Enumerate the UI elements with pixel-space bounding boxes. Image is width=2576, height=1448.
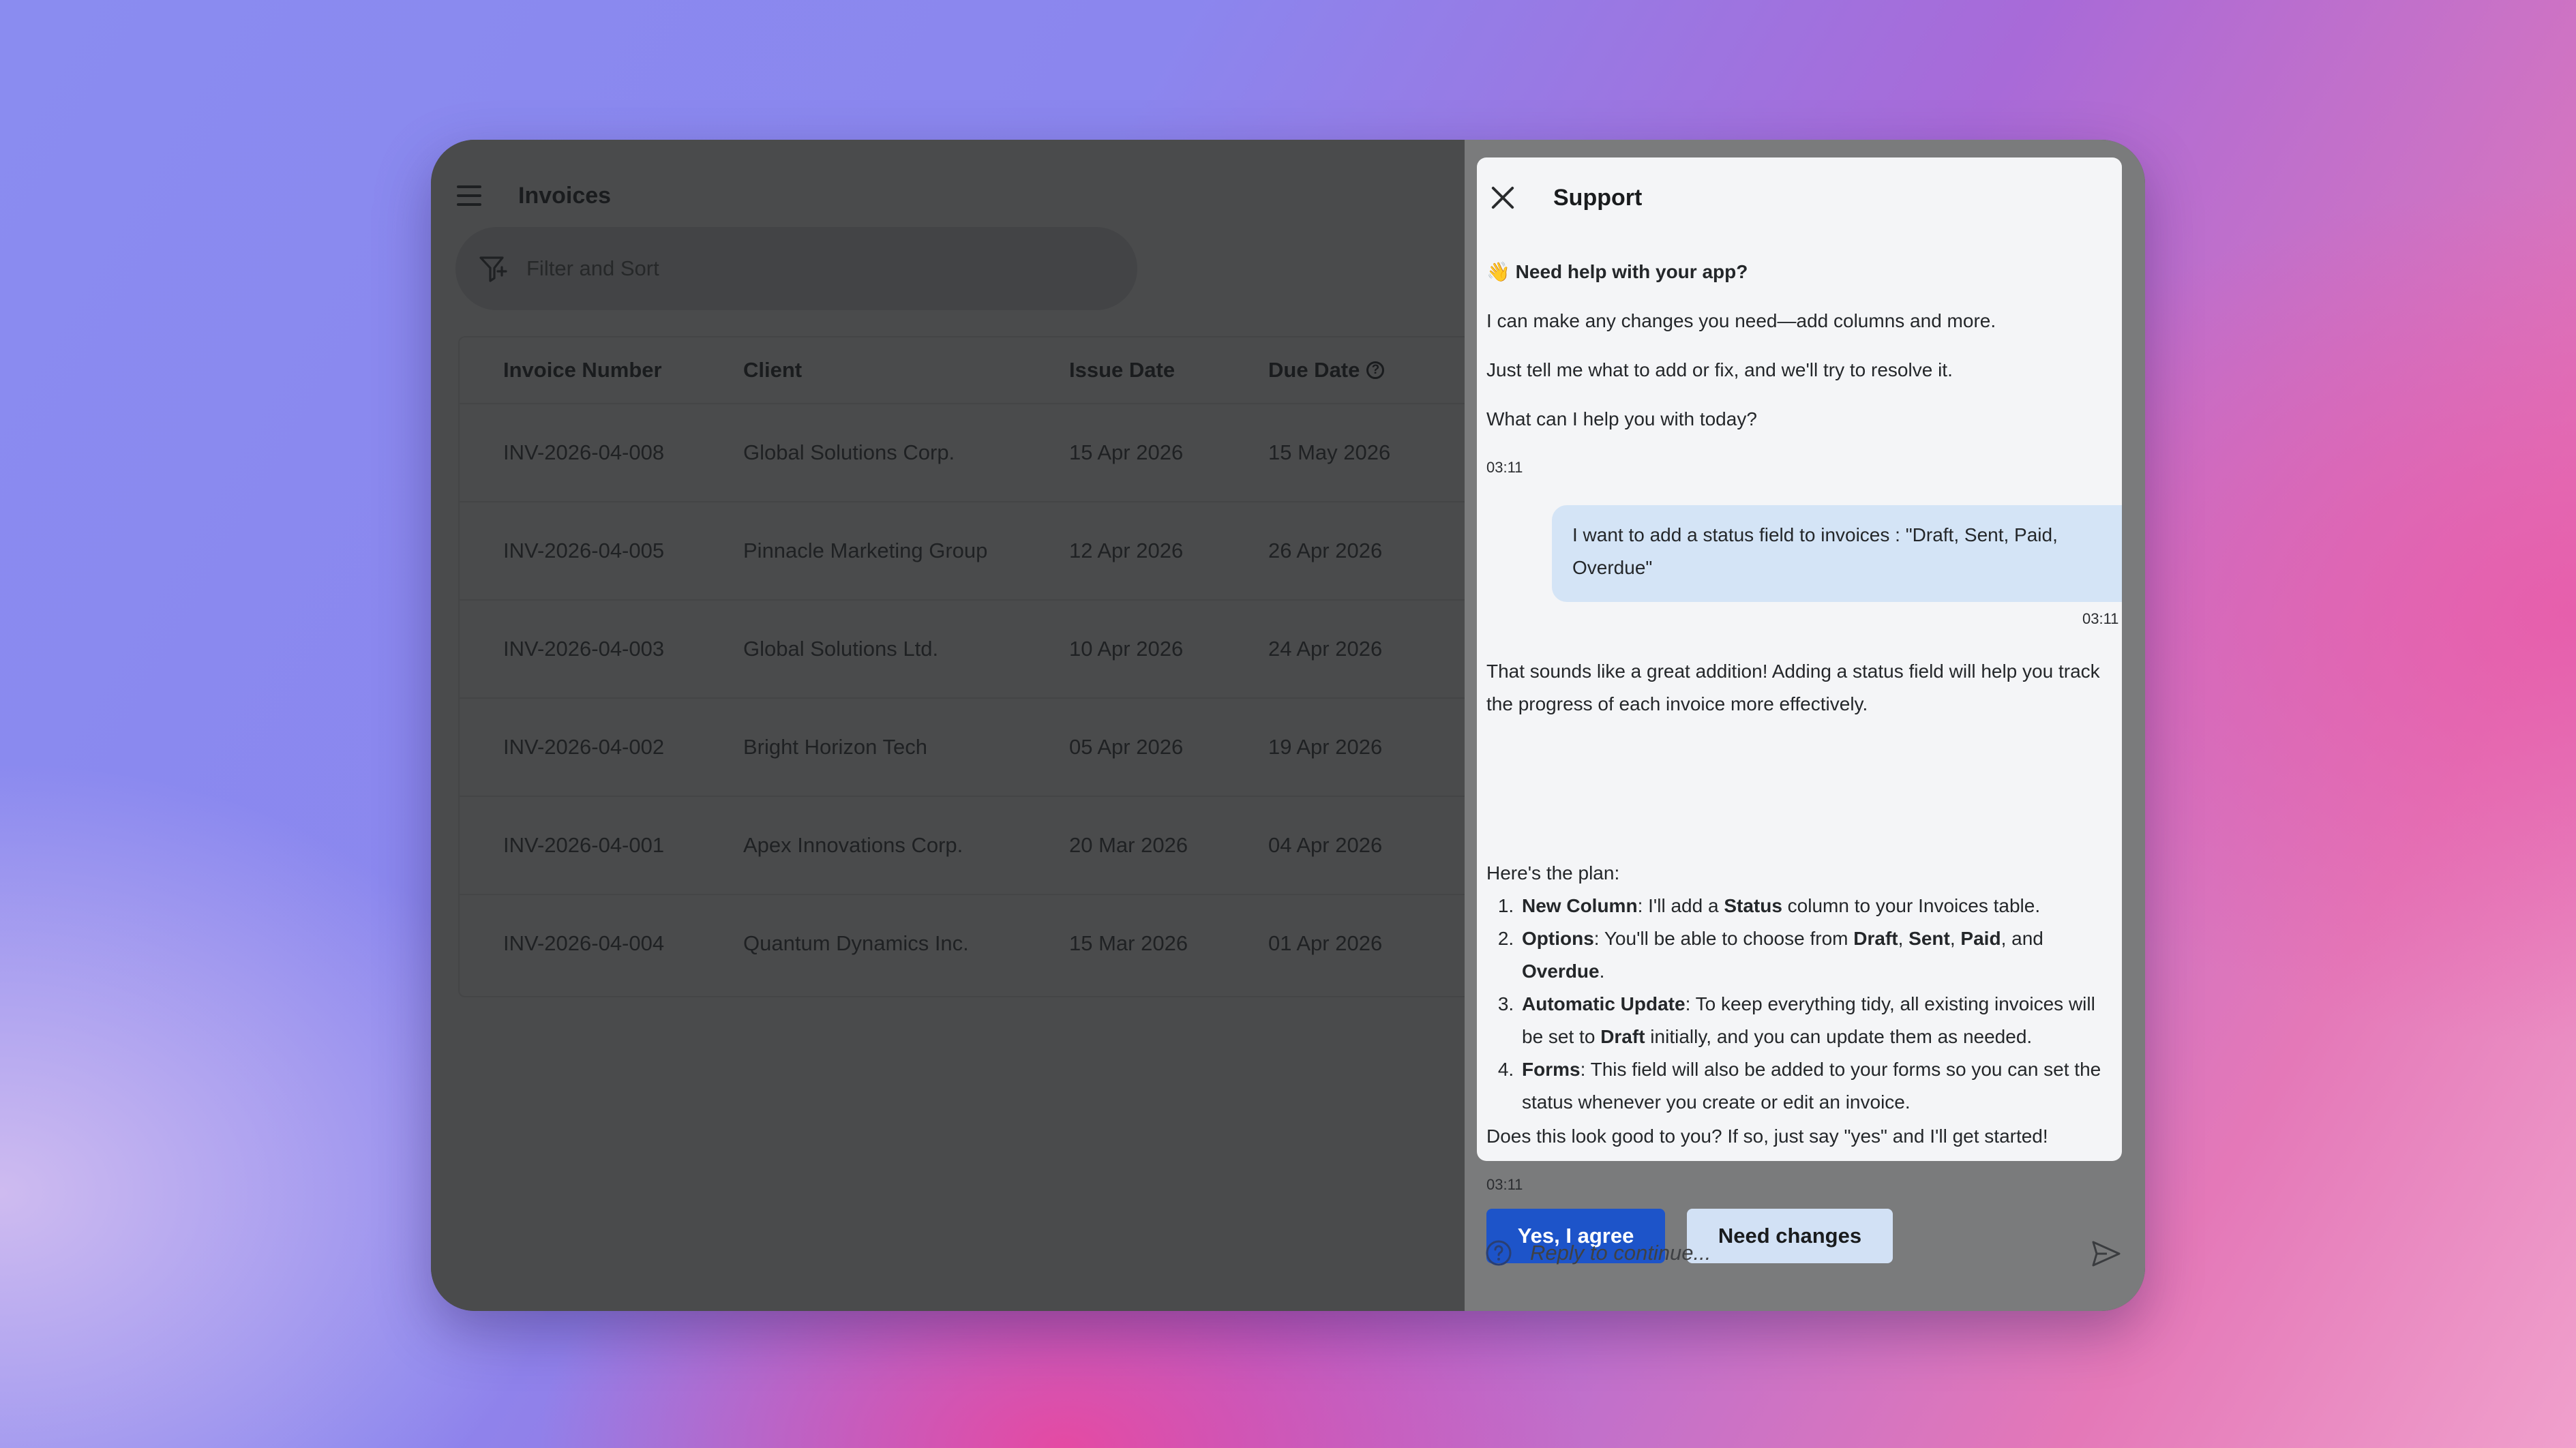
- filter-sort-bar[interactable]: Filter and Sort: [455, 227, 1137, 310]
- column-header-client[interactable]: Client: [743, 358, 802, 382]
- menu-icon[interactable]: [457, 185, 481, 206]
- table-row[interactable]: INV-2026-04-008 Global Solutions Corp. 1…: [460, 404, 1482, 502]
- close-icon[interactable]: [1491, 185, 1515, 210]
- intro-line-3: What can I help you with today?: [1486, 408, 1757, 429]
- column-header-issue-date[interactable]: Issue Date: [1069, 358, 1175, 382]
- table-header: Invoice Number Client Issue Date Due Dat…: [460, 337, 1482, 404]
- message-timestamp: 03:11: [1486, 1176, 1523, 1193]
- plan-item: Automatic Update: To keep everything tid…: [1519, 988, 2119, 1053]
- support-title: Support: [1553, 184, 1643, 211]
- cell-invoice-number: INV-2026-04-008: [503, 440, 665, 464]
- cell-due-date: 01 Apr 2026: [1268, 931, 1383, 955]
- table-row[interactable]: INV-2026-04-003 Global Solutions Ltd. 10…: [460, 601, 1482, 699]
- table-row[interactable]: INV-2026-04-004 Quantum Dynamics Inc. 15…: [460, 895, 1482, 992]
- table-row[interactable]: INV-2026-04-005 Pinnacle Marketing Group…: [460, 502, 1482, 601]
- assistant-reply: That sounds like a great addition! Addin…: [1486, 661, 2100, 714]
- table-row[interactable]: INV-2026-04-001 Apex Innovations Corp. 2…: [460, 797, 1482, 895]
- cell-client: Quantum Dynamics Inc.: [743, 931, 969, 955]
- cell-issue-date: 12 Apr 2026: [1069, 539, 1184, 562]
- cell-client: Apex Innovations Corp.: [743, 833, 963, 857]
- intro-line-2: Just tell me what to add or fix, and we'…: [1486, 359, 1953, 380]
- plan-item: New Column: I'll add a Status column to …: [1519, 890, 2119, 922]
- intro-line-1: I can make any changes you need—add colu…: [1486, 310, 1996, 331]
- cell-client: Bright Horizon Tech: [743, 735, 927, 759]
- help-circle-icon[interactable]: ?: [1366, 361, 1385, 379]
- plan-item: Forms: This field will also be added to …: [1519, 1053, 2119, 1119]
- cell-client: Global Solutions Corp.: [743, 440, 955, 464]
- message-timestamp: 03:11: [2082, 610, 2119, 627]
- cell-invoice-number: INV-2026-04-002: [503, 735, 665, 759]
- reply-input[interactable]: [1529, 1240, 2077, 1266]
- cell-invoice-number: INV-2026-04-004: [503, 931, 665, 955]
- help-circle-icon[interactable]: [1485, 1239, 1512, 1267]
- cell-issue-date: 05 Apr 2026: [1069, 735, 1184, 759]
- plan-item: Options: You'll be able to choose from D…: [1519, 922, 2119, 988]
- column-header-invoice-number[interactable]: Invoice Number: [503, 358, 662, 382]
- invoices-table: Invoice Number Client Issue Date Due Dat…: [458, 336, 1482, 997]
- app-window: Invoices Filter and Sort Invoice Number …: [431, 140, 2145, 1311]
- cell-invoice-number: INV-2026-04-001: [503, 833, 665, 857]
- support-header: Support: [1491, 172, 1642, 223]
- column-header-due-date[interactable]: Due Date ?: [1268, 358, 1385, 382]
- user-message-bubble: I want to add a status field to invoices…: [1552, 505, 2122, 602]
- cell-invoice-number: INV-2026-04-003: [503, 637, 665, 661]
- message-timestamp: 03:11: [1486, 459, 1523, 476]
- cell-due-date: 26 Apr 2026: [1268, 539, 1383, 562]
- greeting-text: Need help with your app?: [1515, 261, 1748, 282]
- table-row[interactable]: INV-2026-04-002 Bright Horizon Tech 05 A…: [460, 699, 1482, 797]
- reply-bar: [1465, 1216, 2145, 1291]
- cell-client: Pinnacle Marketing Group: [743, 539, 988, 562]
- support-chat-card: Support 👋 Need help with your app? I can…: [1477, 157, 2122, 1263]
- support-panel: Support 👋 Need help with your app? I can…: [1465, 140, 2145, 1311]
- app-header: Invoices: [457, 171, 611, 220]
- page-title: Invoices: [518, 182, 612, 209]
- cell-invoice-number: INV-2026-04-005: [503, 539, 665, 562]
- waving-hand-icon: 👋: [1486, 261, 1510, 282]
- invoices-app: Invoices Filter and Sort Invoice Number …: [431, 140, 1482, 1311]
- cell-due-date: 19 Apr 2026: [1268, 735, 1383, 759]
- cell-issue-date: 15 Mar 2026: [1069, 931, 1188, 955]
- cell-due-date: 15 May 2026: [1268, 440, 1391, 464]
- column-header-due-date-label: Due Date: [1268, 358, 1360, 382]
- filter-plus-icon: [479, 256, 507, 282]
- plan-intro: Here's the plan:: [1486, 862, 1620, 884]
- cell-due-date: 24 Apr 2026: [1268, 637, 1383, 661]
- cell-due-date: 04 Apr 2026: [1268, 833, 1383, 857]
- cell-issue-date: 10 Apr 2026: [1069, 637, 1184, 661]
- cell-client: Global Solutions Ltd.: [743, 637, 939, 661]
- greeting-heading: 👋 Need help with your app?: [1486, 256, 2114, 288]
- filter-placeholder: Filter and Sort: [526, 256, 659, 280]
- cell-issue-date: 15 Apr 2026: [1069, 440, 1184, 464]
- plan-list: New Column: I'll add a Status column to …: [1486, 890, 2119, 1119]
- send-icon[interactable]: [2091, 1239, 2122, 1268]
- confirm-question-text: Does this look good to you? If so, just …: [1486, 1126, 2048, 1147]
- cell-issue-date: 20 Mar 2026: [1069, 833, 1188, 857]
